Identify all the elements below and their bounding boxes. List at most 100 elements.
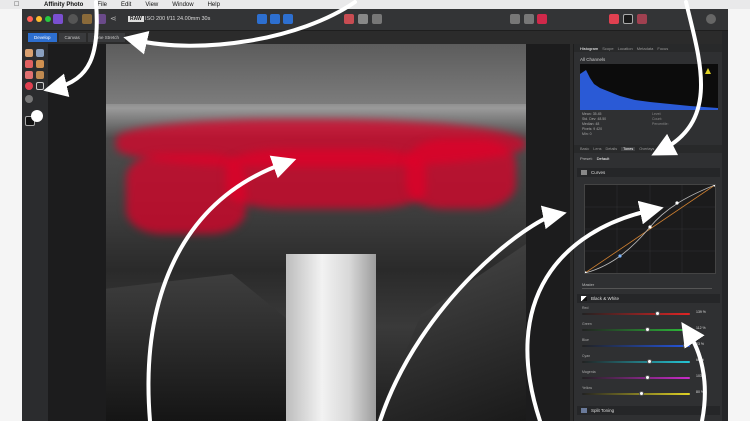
menu-app-name[interactable]: Affinity Photo <box>44 2 83 8</box>
slider-label: Blue <box>582 338 590 342</box>
tab-overlays[interactable]: Overlays <box>639 147 654 151</box>
curves-graph[interactable] <box>583 183 717 275</box>
slider-magenta[interactable]: Magenta 103 % <box>582 370 722 382</box>
slider-track[interactable] <box>582 329 690 331</box>
curves-channel-select[interactable]: Master <box>582 282 712 289</box>
slider-track[interactable] <box>582 361 690 363</box>
slider-blue[interactable]: Blue 23 % <box>582 338 722 350</box>
tab-lens[interactable]: Lens <box>593 147 601 151</box>
raw-badge: RAW <box>128 16 144 22</box>
preset-select[interactable]: Default <box>597 156 610 161</box>
slider-knob[interactable] <box>654 311 660 316</box>
slider-value[interactable]: 60 % <box>696 358 704 362</box>
slider-knob[interactable] <box>646 359 652 364</box>
blemish-tool-icon[interactable] <box>36 60 44 68</box>
persona-canvas-button[interactable]: Canvas <box>58 33 86 42</box>
slider-track[interactable] <box>582 313 690 315</box>
slider-knob[interactable] <box>644 327 650 332</box>
slider-cyan[interactable]: Cyan 60 % <box>582 354 722 366</box>
overlay-erase-tool-icon[interactable] <box>36 71 44 79</box>
clipping-midtones-icon[interactable] <box>270 14 280 24</box>
slider-knob[interactable] <box>644 375 650 380</box>
curves-title: Curves <box>591 170 606 175</box>
slider-value[interactable]: 139 % <box>696 310 706 314</box>
preset-label: Preset: <box>580 156 593 161</box>
tab-focus[interactable]: Focus <box>657 46 668 51</box>
slider-value[interactable]: 23 % <box>696 342 704 346</box>
share-icon[interactable]: ⋖ <box>110 14 120 24</box>
view-mode-icon[interactable] <box>372 14 382 24</box>
clipping-highlights-icon[interactable] <box>283 14 293 24</box>
slider-label: Yellow <box>582 386 592 390</box>
black-white-title: Black & White <box>591 296 620 301</box>
split-view-icon[interactable] <box>344 14 354 24</box>
zoom-window-button[interactable] <box>45 16 51 22</box>
user-avatar-icon[interactable] <box>706 14 716 24</box>
slider-track[interactable] <box>582 393 690 395</box>
stat-percentile: Percentile: <box>652 122 669 126</box>
slider-label: Green <box>582 322 592 326</box>
slider-red[interactable]: Red 139 % <box>582 306 722 318</box>
overlay-mask-icon[interactable] <box>537 14 547 24</box>
snapping-icon[interactable] <box>524 14 534 24</box>
clipping-shadows-icon[interactable] <box>257 14 267 24</box>
menu-file[interactable]: File <box>97 2 107 8</box>
split-toning-header[interactable]: Split Toning <box>577 406 720 415</box>
outer-margin-right <box>728 0 750 421</box>
menu-view[interactable]: View <box>145 2 158 8</box>
exif-info: ISO 200 f/11 24.00mm 30s <box>145 16 211 22</box>
develop-persona-icon[interactable] <box>82 14 92 24</box>
overlay-gradient-tool-icon[interactable] <box>25 82 33 90</box>
persona-switcher: Develop Canvas Tone Stretch <box>28 33 126 42</box>
white-balance-tool-icon[interactable] <box>25 95 33 103</box>
liquify-persona-icon[interactable] <box>68 14 78 24</box>
tab-scope[interactable]: Scope <box>602 46 613 51</box>
black-white-icon[interactable] <box>623 14 633 24</box>
persona-tone-stretch-button[interactable]: Tone Stretch <box>87 33 126 42</box>
color-swatch-icon[interactable] <box>609 14 619 24</box>
tab-details[interactable]: Details <box>606 147 618 151</box>
window-controls <box>27 16 51 22</box>
tab-tones[interactable]: Tones <box>621 147 636 151</box>
tab-location[interactable]: Location <box>618 46 633 51</box>
tab-histogram[interactable]: Histogram <box>580 46 598 51</box>
split-toning-title: Split Toning <box>591 408 615 413</box>
tab-metadata[interactable]: Metadata <box>637 46 654 51</box>
panel-edge-strip <box>722 31 728 421</box>
apple-icon[interactable]:  <box>14 1 24 8</box>
red-eye-tool-icon[interactable] <box>25 60 33 68</box>
menu-window[interactable]: Window <box>172 2 193 8</box>
waterfall-photo[interactable] <box>106 44 526 421</box>
primary-color-swatch[interactable] <box>31 110 43 122</box>
menu-help[interactable]: Help <box>208 2 220 8</box>
slider-track[interactable] <box>582 345 690 347</box>
tab-basic[interactable]: Basic <box>580 147 589 151</box>
slider-track[interactable] <box>582 377 690 379</box>
mirror-view-icon[interactable] <box>358 14 368 24</box>
zoom-tool-icon[interactable] <box>36 49 44 57</box>
channel-select[interactable]: All Channels <box>580 57 716 62</box>
tone-mapping-persona-icon[interactable] <box>96 14 106 24</box>
curves-svg <box>583 183 717 275</box>
hand-tool-icon[interactable] <box>25 49 33 57</box>
histogram-svg <box>580 68 718 110</box>
slider-knob[interactable] <box>639 391 645 396</box>
histogram-tabs: Histogram Scope Location Metadata Focus <box>574 44 722 52</box>
black-white-header[interactable]: Black & White <box>577 294 720 303</box>
slider-value[interactable]: 112 % <box>696 326 706 330</box>
gradient-icon[interactable] <box>637 14 647 24</box>
slider-green[interactable]: Green 112 % <box>582 322 722 334</box>
minimize-window-button[interactable] <box>36 16 42 22</box>
slider-value[interactable]: 80 % <box>696 390 704 394</box>
slider-knob[interactable] <box>682 343 688 348</box>
slider-value[interactable]: 103 % <box>696 374 706 378</box>
assistant-icon[interactable] <box>510 14 520 24</box>
slider-yellow[interactable]: Yellow 80 % <box>582 386 722 398</box>
crop-tool-icon[interactable] <box>36 82 44 90</box>
overlay-paint-tool-icon[interactable] <box>25 71 33 79</box>
menu-edit[interactable]: Edit <box>121 2 131 8</box>
close-window-button[interactable] <box>27 16 33 22</box>
persona-develop-button[interactable]: Develop <box>28 33 57 42</box>
photo-persona-icon[interactable] <box>53 14 63 24</box>
curves-header[interactable]: Curves <box>577 168 720 177</box>
